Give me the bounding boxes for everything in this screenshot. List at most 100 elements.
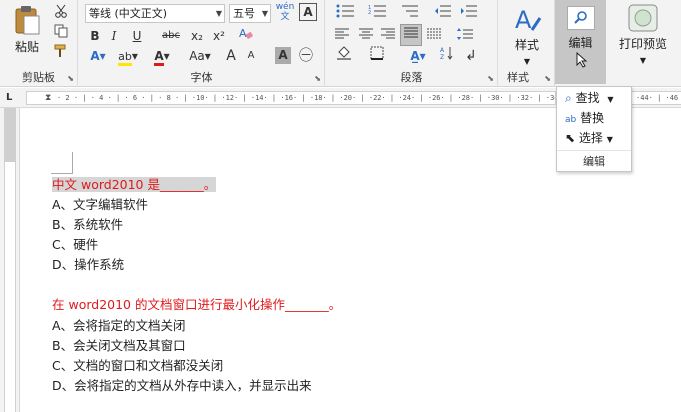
svg-text:A: A <box>440 47 445 54</box>
line-spacing-button[interactable] <box>452 26 478 46</box>
styles-launcher-icon[interactable]: ⬊ <box>544 74 551 83</box>
paste-button[interactable]: 粘贴 <box>8 4 46 55</box>
clipboard-group-label: 剪贴板 <box>22 71 55 84</box>
justify-button[interactable] <box>400 24 422 46</box>
ruler-ticks-right: ·44· | ·46 <box>636 94 679 102</box>
subscript-button[interactable]: x₂ <box>187 26 207 46</box>
question-2-stem[interactable]: 在 word2010 的文档窗口进行最小化操作_______。 <box>52 295 341 315</box>
styles-button[interactable]: A 样式 ▼ <box>503 4 551 67</box>
paste-icon <box>15 6 40 35</box>
print-preview-button[interactable]: 打印预览 ▼ <box>610 4 676 66</box>
cursor-icon <box>576 52 588 68</box>
chevron-down-icon: ▼ <box>639 56 647 65</box>
editing-group-label: 编辑 <box>557 150 631 169</box>
paragraph-group-label: 段落 <box>400 71 423 84</box>
clipboard-launcher-icon[interactable]: ⬊ <box>67 74 74 83</box>
borders-button[interactable] <box>364 46 390 66</box>
vertical-ruler[interactable] <box>0 108 20 412</box>
list-item[interactable]: C、文档的窗口和文档都没关闭 <box>52 356 223 376</box>
eraser-icon: A <box>239 27 254 40</box>
italic-button[interactable]: I <box>107 26 121 46</box>
wen-icon: wén 文 <box>275 2 295 22</box>
cut-button[interactable] <box>52 4 70 24</box>
align-left-button[interactable] <box>332 26 352 46</box>
increase-indent-button[interactable] <box>458 4 480 24</box>
vertical-ruler-strip <box>4 108 16 412</box>
sort-button[interactable]: AZ <box>438 46 456 66</box>
chevron-down-icon: ▼ <box>261 9 268 18</box>
phonetic-guide-button[interactable]: wén 文 <box>275 2 295 22</box>
align-center-icon <box>359 28 373 39</box>
clear-format-button[interactable]: A <box>237 26 255 46</box>
justify-icon <box>404 27 418 38</box>
list-item[interactable]: D、会将指定的文档从外存中读入，并显示出来 <box>52 376 312 396</box>
replace-menu-item[interactable]: ab 替换 <box>565 109 604 127</box>
distributed-button[interactable] <box>424 26 444 46</box>
list-item[interactable]: B、会关闭文档及其窗口 <box>52 336 186 356</box>
shrink-font-button[interactable]: A <box>243 46 259 66</box>
paragraph-launcher-icon[interactable]: ⬊ <box>487 74 494 83</box>
chevron-down-icon: ▼ <box>523 57 531 66</box>
bold-button[interactable]: B <box>87 26 103 46</box>
superscript-button[interactable]: x² <box>209 26 229 46</box>
list-item[interactable]: A、文字编辑软件 <box>52 195 148 215</box>
numbering-button[interactable]: 12 <box>364 4 392 24</box>
svg-text:A: A <box>515 6 532 34</box>
char-border-button[interactable]: A <box>299 3 317 21</box>
print-preview-label: 打印预览 <box>618 37 667 51</box>
highlighter-icon: ab <box>118 50 132 66</box>
svg-text:Z: Z <box>440 54 444 60</box>
selected-text[interactable]: 中文 word2010 是_______。 <box>52 177 217 192</box>
question-1-stem[interactable]: 中文 word2010 是_______。 <box>52 175 217 195</box>
list-item[interactable]: B、系统软件 <box>52 215 123 235</box>
ruler-ticks: · 2 · | · 4 · | · 6 · | · 8 · | ·10· | ·… <box>57 94 556 102</box>
list-item[interactable]: D、操作系统 <box>52 255 124 275</box>
scissors-icon <box>55 4 67 18</box>
list-item[interactable]: A、会将指定的文档关闭 <box>52 316 186 336</box>
ruler-strip-right: ·44· | ·46 <box>632 91 681 105</box>
strikethrough-button[interactable]: abc <box>159 26 183 46</box>
format-painter-icon <box>54 44 66 57</box>
editing-button[interactable]: 编辑 <box>555 0 606 84</box>
copy-button[interactable] <box>52 24 70 44</box>
replace-icon: ab <box>565 115 577 125</box>
paint-bucket-icon <box>337 46 351 60</box>
select-menu-item[interactable]: ⬉ 选择 ▼ <box>565 129 613 147</box>
chinese-layout-button[interactable]: A̲▾ <box>404 46 432 66</box>
underline-button[interactable]: U <box>127 26 147 46</box>
font-name-combo[interactable]: 等线 (中文正文) ▼ <box>85 4 225 23</box>
tab-selector-icon[interactable]: L <box>6 92 12 103</box>
text-effects-button[interactable]: A▾ <box>87 46 109 66</box>
font-name-value: 等线 (中文正文) <box>89 7 168 20</box>
styles-group: A 样式 ▼ 样式 ⬊ <box>499 0 555 87</box>
bullets-button[interactable] <box>332 4 360 24</box>
multilevel-list-button[interactable] <box>396 4 424 24</box>
align-center-button[interactable] <box>356 26 376 46</box>
decrease-indent-button[interactable] <box>432 4 454 24</box>
ruler-strip: ⧗ · 2 · | · 4 · | · 6 · | · 8 · | ·10· |… <box>26 91 556 105</box>
highlight-button[interactable]: ab▾ <box>115 46 141 66</box>
show-marks-button[interactable]: ↲ <box>462 46 480 66</box>
change-case-button[interactable]: Aa▾ <box>185 46 215 66</box>
find-label: 查找 <box>575 91 600 105</box>
bullets-icon <box>336 4 354 18</box>
font-launcher-icon[interactable]: ⬊ <box>314 74 321 83</box>
svg-text:2: 2 <box>368 10 371 16</box>
list-item[interactable]: C、硬件 <box>52 235 98 255</box>
indent-marker-icon[interactable]: ⧗ <box>45 92 51 104</box>
find-menu-item[interactable]: ⌕ 查找 ▼ <box>565 89 614 107</box>
top-margin-area <box>5 108 15 162</box>
borders-icon <box>370 46 384 60</box>
paste-label: 粘贴 <box>14 40 39 54</box>
font-size-combo[interactable]: 五号 ▼ <box>229 4 271 23</box>
font-color-button[interactable]: A▾ <box>149 46 175 66</box>
align-right-button[interactable] <box>378 26 398 46</box>
grow-font-button[interactable]: A <box>223 46 239 66</box>
distributed-icon <box>427 28 441 39</box>
char-shading-button[interactable]: A <box>275 47 291 64</box>
enclose-char-button[interactable]: ㊀ <box>297 46 315 66</box>
paragraph-group: 12 A̲▾ A Z ↲ 段落 ⬊ <box>326 0 498 87</box>
format-painter-button[interactable] <box>52 44 70 64</box>
print-preview-icon <box>628 4 658 32</box>
shading-button[interactable] <box>332 46 358 66</box>
